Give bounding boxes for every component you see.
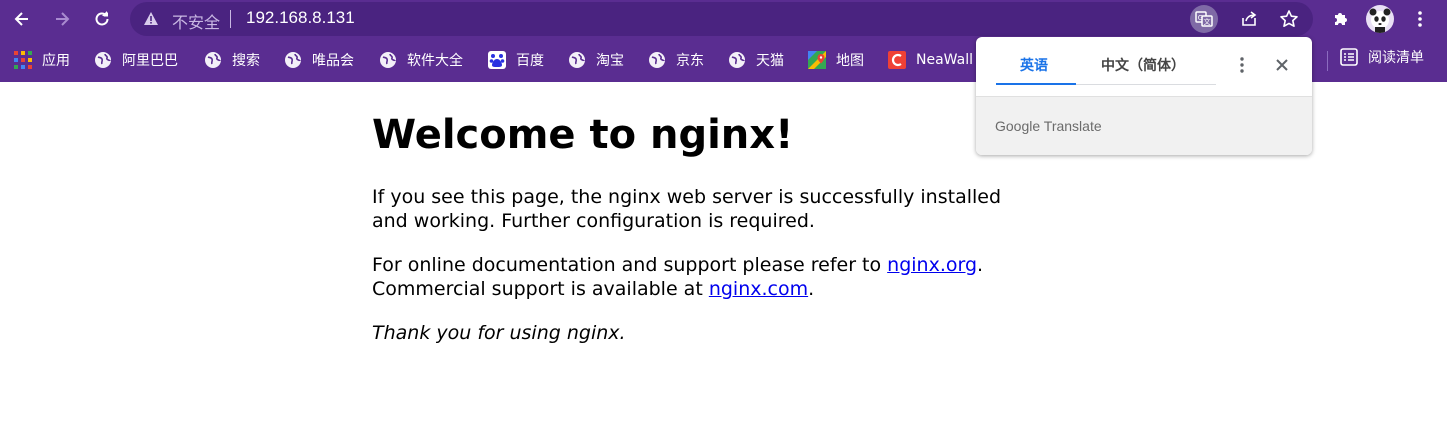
bookmark-label: 地图	[836, 53, 864, 69]
bookmark-vip[interactable]: 唯品会	[284, 47, 354, 73]
back-button[interactable]	[9, 6, 35, 32]
close-icon	[1276, 59, 1288, 71]
baidu-icon	[488, 51, 506, 69]
apps-grid-icon	[14, 51, 32, 69]
extensions-button[interactable]	[1328, 6, 1354, 32]
share-button[interactable]	[1235, 5, 1263, 33]
globe-icon	[94, 51, 112, 69]
globe-icon	[204, 51, 222, 69]
reading-list-icon	[1340, 48, 1358, 66]
puzzle-icon	[1335, 13, 1347, 25]
translate-popup: 英语 中文（简体） Google Translate	[976, 37, 1312, 155]
browser-toolbar: 不安全 192.168.8.131 文G	[0, 0, 1447, 38]
forward-button[interactable]	[49, 6, 75, 32]
docs-text: For online documentation and support ple…	[372, 254, 888, 276]
bookmark-search[interactable]: 搜索	[204, 47, 260, 73]
maps-icon	[808, 51, 826, 69]
globe-icon	[568, 51, 586, 69]
bookmark-label: 软件大全	[407, 53, 463, 69]
tab-source-language[interactable]: 英语	[1020, 55, 1048, 75]
address-bar[interactable]: 不安全 192.168.8.131 文G	[130, 2, 1313, 36]
install-message: If you see this page, the nginx web serv…	[372, 186, 1002, 232]
bookmark-baidu[interactable]: 百度	[488, 47, 544, 73]
bookmark-apps[interactable]: 应用	[14, 47, 70, 73]
translate-icon: 文G	[1195, 11, 1213, 27]
documentation-paragraph: For online documentation and support ple…	[372, 253, 1012, 301]
tab-divider	[1076, 84, 1216, 85]
bookmark-label: 百度	[516, 53, 544, 69]
translate-button[interactable]: 文G	[1190, 5, 1218, 33]
nginx-org-link[interactable]: nginx.org	[887, 254, 977, 276]
bookmark-label: 应用	[42, 53, 70, 69]
svg-text:文: 文	[1204, 17, 1211, 26]
bookmark-label: NeaWall	[916, 52, 973, 68]
bookmark-label: 淘宝	[596, 53, 624, 69]
panda-avatar-icon	[1369, 8, 1391, 33]
bookmark-software[interactable]: 软件大全	[379, 47, 463, 73]
translate-options-button[interactable]	[1232, 55, 1252, 79]
globe-icon	[728, 51, 746, 69]
bookmark-tmall[interactable]: 天猫	[728, 47, 784, 73]
reload-icon	[95, 11, 109, 26]
globe-icon	[284, 51, 302, 69]
nginx-com-link[interactable]: nginx.com	[709, 278, 808, 300]
svg-text:G: G	[1198, 14, 1203, 22]
globe-icon	[648, 51, 666, 69]
url-text[interactable]: 192.168.8.131	[246, 8, 355, 28]
globe-icon	[379, 51, 397, 69]
bookmark-jd[interactable]: 京东	[648, 47, 704, 73]
bookmark-label: 搜索	[232, 53, 260, 69]
neawall-icon	[888, 51, 906, 69]
bookmark-star-button[interactable]	[1275, 5, 1303, 33]
bookmark-taobao[interactable]: 淘宝	[568, 47, 624, 73]
security-status[interactable]: 不安全	[172, 9, 220, 33]
browser-menu-button[interactable]	[1407, 6, 1433, 32]
active-tab-indicator	[996, 83, 1076, 85]
translate-popup-footer: Google Translate	[976, 96, 1312, 155]
tab-target-language[interactable]: 中文（简体）	[1101, 55, 1185, 75]
bookmark-label: 京东	[676, 53, 704, 69]
reading-list-label: 阅读清单	[1368, 50, 1424, 66]
bookmark-label: 阿里巴巴	[122, 53, 178, 69]
bookmark-alibaba[interactable]: 阿里巴巴	[94, 47, 178, 73]
star-icon	[1280, 10, 1298, 27]
address-divider	[230, 10, 231, 28]
reload-button[interactable]	[89, 6, 115, 32]
share-icon	[1242, 11, 1257, 26]
kebab-menu-icon	[1240, 57, 1244, 73]
period-text: .	[977, 254, 984, 276]
google-translate-brand: Google Translate	[995, 118, 1102, 134]
reading-list-divider	[1327, 51, 1328, 71]
page-title: Welcome to nginx!	[372, 112, 794, 158]
period-text: .	[808, 278, 815, 300]
commercial-support-text: Commercial support is available at	[372, 278, 709, 300]
kebab-menu-icon	[1418, 11, 1422, 27]
bookmark-label: 唯品会	[312, 53, 354, 69]
reading-list-button[interactable]: 阅读清单	[1340, 47, 1424, 67]
bookmark-neawall[interactable]: NeaWall	[888, 47, 973, 73]
close-popup-button[interactable]	[1272, 55, 1292, 79]
profile-avatar[interactable]	[1366, 5, 1394, 33]
thank-you-message: Thank you for using nginx.	[372, 322, 626, 344]
nginx-welcome-page: Welcome to nginx! If you see this page, …	[372, 110, 1012, 344]
warning-icon[interactable]	[143, 11, 159, 26]
bookmark-maps[interactable]: 地图	[808, 47, 864, 73]
arrow-left-icon	[14, 12, 28, 26]
bookmark-label: 天猫	[756, 53, 784, 69]
arrow-right-icon	[56, 12, 70, 26]
